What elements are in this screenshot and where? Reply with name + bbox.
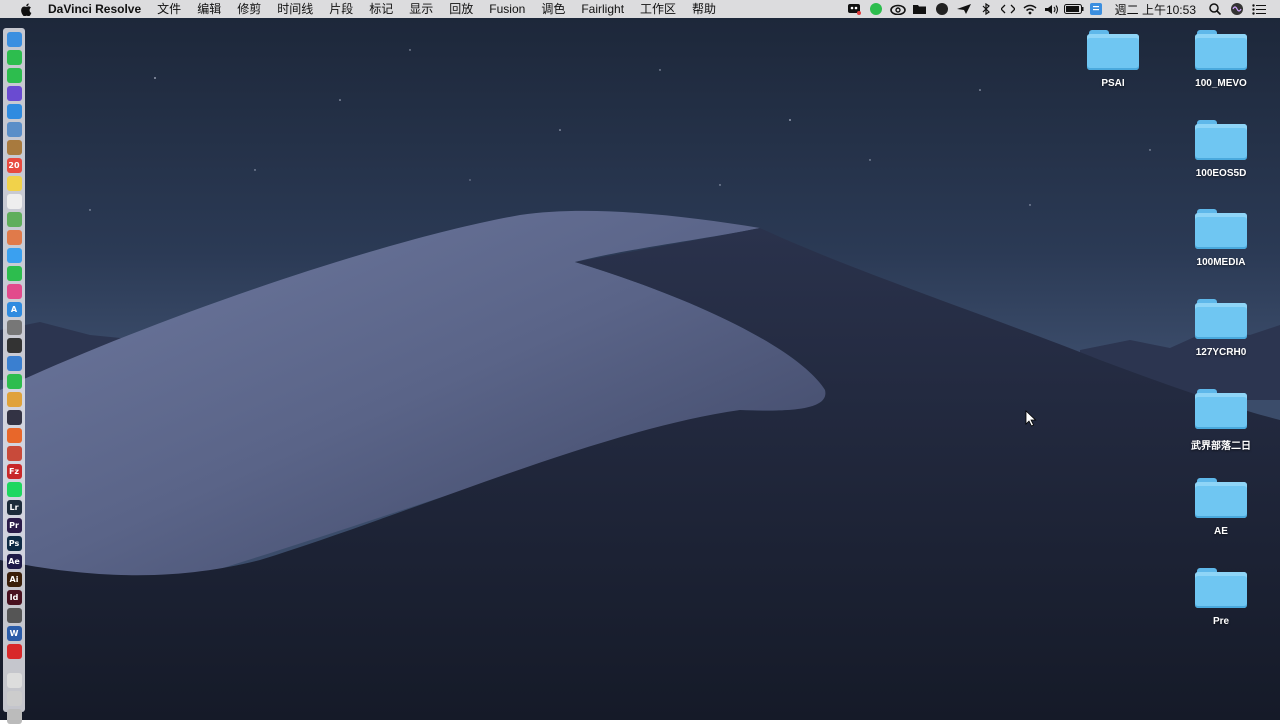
desktop-folder[interactable]: 127YCRH0 <box>1176 299 1266 358</box>
photos-icon[interactable] <box>6 230 22 245</box>
menu-fairlight[interactable]: Fairlight <box>573 0 632 18</box>
documents-stack-icon[interactable] <box>6 691 22 706</box>
spotify-icon[interactable] <box>6 482 22 497</box>
messages-icon[interactable] <box>6 248 22 263</box>
folder-label: PSAI <box>1101 78 1125 89</box>
downloads-stack-icon[interactable] <box>6 673 22 688</box>
dune-landscape <box>0 0 1280 720</box>
evernote-icon[interactable] <box>931 0 953 18</box>
photoshop-icon[interactable]: Ps <box>6 536 22 551</box>
folder-icon <box>1087 30 1139 70</box>
folder-label: 100MEDIA <box>1196 257 1246 268</box>
desktop-wallpaper <box>0 0 1280 720</box>
folder-label: 100_MEVO <box>1195 78 1247 89</box>
folder-label: 127YCRH0 <box>1195 347 1247 358</box>
folder-icon <box>1195 120 1247 160</box>
apple-icon[interactable] <box>18 0 34 18</box>
input-method-icon[interactable] <box>1085 0 1107 18</box>
menu-timeline[interactable]: 时间线 <box>269 0 321 18</box>
menu-bar: DaVinci Resolve 文件 编辑 修剪 时间线 片段 标记 显示 回放… <box>0 0 1280 18</box>
desktop-folder[interactable]: 100MEDIA <box>1176 209 1266 268</box>
folder-icon[interactable] <box>909 0 931 18</box>
phone-backup-icon[interactable] <box>6 608 22 623</box>
premiere-icon[interactable]: Pr <box>6 518 22 533</box>
preview-icon[interactable] <box>6 122 22 137</box>
battery-icon <box>1063 0 1085 18</box>
siri-status-icon[interactable] <box>1226 0 1248 18</box>
menu-mark[interactable]: 标记 <box>361 0 401 18</box>
volume-icon[interactable] <box>1041 0 1063 18</box>
filezilla-icon[interactable]: Fz <box>6 464 22 479</box>
indesign-icon[interactable]: Id <box>6 590 22 605</box>
line-icon[interactable] <box>865 0 887 18</box>
wechat-icon[interactable] <box>6 68 22 83</box>
desktop-folder[interactable]: 武界部落二日 <box>1176 389 1266 452</box>
word-icon[interactable]: W <box>6 626 22 641</box>
trash-icon[interactable] <box>6 709 22 724</box>
desktop-folder[interactable]: AE <box>1176 478 1266 537</box>
dock: 20 A Fz Lr Pr Ps Ae Ai Id W <box>3 28 25 724</box>
itunes-icon[interactable] <box>6 284 22 299</box>
folder-icon <box>1195 299 1247 339</box>
folder-label: AE <box>1214 526 1228 537</box>
handbrake-icon[interactable] <box>6 446 22 461</box>
evernote-app-icon[interactable] <box>6 374 22 389</box>
code-icon[interactable] <box>997 0 1019 18</box>
menu-playback[interactable]: 回放 <box>441 0 481 18</box>
folder-icon <box>1195 478 1247 518</box>
wifi-icon[interactable] <box>1019 0 1041 18</box>
after-effects-icon[interactable]: Ae <box>6 554 22 569</box>
folder-icon <box>1195 389 1247 429</box>
maps-icon[interactable] <box>6 212 22 227</box>
calendar-icon[interactable]: 20 <box>6 158 22 173</box>
menubar-clock[interactable]: 週二 上午10:53 <box>1107 1 1204 18</box>
firefox-icon[interactable] <box>6 428 22 443</box>
menu-file[interactable]: 文件 <box>149 0 189 18</box>
folder-icon <box>1195 209 1247 249</box>
menu-help[interactable]: 帮助 <box>684 0 724 18</box>
desktop-folder[interactable]: 100EOS5D <box>1176 120 1266 179</box>
line-app-icon[interactable] <box>6 50 22 65</box>
menu-view[interactable]: 显示 <box>401 0 441 18</box>
app-store-icon[interactable]: A <box>6 302 22 317</box>
spotlight-search-icon[interactable] <box>1204 0 1226 18</box>
folder-label: 武界部落二日 <box>1191 441 1251 452</box>
airmail-icon[interactable] <box>953 0 975 18</box>
status-area: 週二 上午10:53 <box>843 0 1280 18</box>
desktop-folder[interactable]: 100_MEVO <box>1176 30 1266 89</box>
illustrator-icon[interactable]: Ai <box>6 572 22 587</box>
menu-trim[interactable]: 修剪 <box>229 0 269 18</box>
desktop-folder[interactable]: Pre <box>1176 568 1266 627</box>
folder-label: Pre <box>1212 616 1230 627</box>
robot-icon[interactable] <box>843 0 865 18</box>
creative-cloud-icon[interactable] <box>887 0 909 18</box>
finder-icon[interactable] <box>6 32 22 47</box>
textedit-icon[interactable] <box>6 194 22 209</box>
notes-brown-icon[interactable] <box>6 140 22 155</box>
bluetooth-icon[interactable] <box>975 0 997 18</box>
facetime-icon[interactable] <box>6 266 22 281</box>
desktop-folder[interactable]: PSAI <box>1068 30 1158 89</box>
notification-center-icon[interactable] <box>1248 0 1270 18</box>
folder-icon <box>1195 568 1247 608</box>
chrome-icon[interactable] <box>6 392 22 407</box>
menu-workspace[interactable]: 工作区 <box>632 0 684 18</box>
davinci-resolve-icon[interactable] <box>6 410 22 425</box>
lightroom-icon[interactable]: Lr <box>6 500 22 515</box>
app-name-menu[interactable]: DaVinci Resolve <box>48 0 149 18</box>
mouse-cursor-icon <box>1025 410 1037 432</box>
folder-icon <box>1195 30 1247 70</box>
system-preferences-icon[interactable] <box>6 320 22 335</box>
safari-icon[interactable] <box>6 104 22 119</box>
menu-clip[interactable]: 片段 <box>321 0 361 18</box>
folder-label: 100EOS5D <box>1195 168 1247 179</box>
keynote-icon[interactable] <box>6 356 22 371</box>
menu-color[interactable]: 调色 <box>533 0 573 18</box>
stickies-icon[interactable] <box>6 176 22 191</box>
menu-fusion[interactable]: Fusion <box>481 0 533 18</box>
menu-edit[interactable]: 编辑 <box>189 0 229 18</box>
aperture-icon[interactable] <box>6 338 22 353</box>
siri-icon[interactable] <box>6 86 22 101</box>
antivirus-icon[interactable] <box>6 644 22 659</box>
